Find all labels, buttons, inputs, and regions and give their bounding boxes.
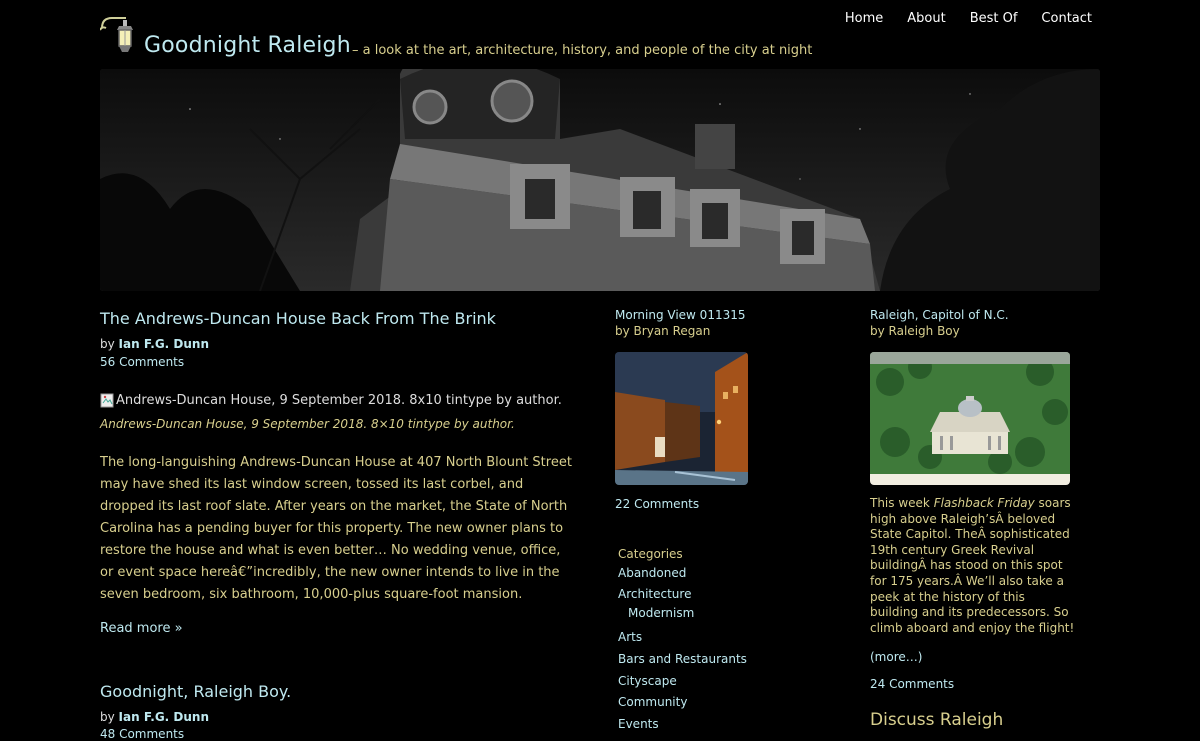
morning-view-thumbnail[interactable] (615, 352, 748, 485)
comments-link[interactable]: 22 Comments (615, 497, 699, 511)
nav-contact[interactable]: Contact (1041, 11, 1092, 26)
excerpt-text: soars high above Raleigh’sÂ beloved Stat… (870, 496, 1075, 635)
post-byline: by Ian F.G. Dunn (100, 337, 209, 351)
broken-image-icon (100, 393, 114, 408)
category-link[interactable]: Events (618, 717, 659, 731)
nav-best-of[interactable]: Best Of (970, 11, 1018, 26)
by-label: by (615, 324, 630, 338)
comments-link[interactable]: 56 Comments (100, 355, 184, 369)
category-link[interactable]: Arts (618, 630, 642, 644)
by-label: by (100, 710, 115, 724)
street-lamp-icon (100, 17, 133, 52)
excerpt-emphasis: Flashback Friday (933, 496, 1035, 510)
category-link[interactable]: Cityscape (618, 674, 677, 688)
post-title[interactable]: The Andrews-Duncan House Back From The B… (100, 309, 496, 328)
post-image-caption: Andrews-Duncan House, 9 September 2018. … (100, 417, 515, 431)
comments-link[interactable]: 24 Comments (870, 677, 954, 691)
more-link[interactable]: (more…) (870, 650, 922, 664)
comments-link[interactable]: 48 Comments (100, 727, 184, 741)
by-label: by (870, 324, 885, 338)
featured-byline: by Bryan Regan (615, 324, 710, 338)
author-link[interactable]: Ian F.G. Dunn (119, 337, 209, 351)
featured-post-title[interactable]: Morning View 011315 (615, 308, 746, 322)
author-link[interactable]: Ian F.G. Dunn (119, 710, 209, 724)
post-excerpt: The long-languishing Andrews-Duncan Hous… (100, 455, 572, 602)
site-title[interactable]: Goodnight Raleigh (144, 33, 351, 58)
author-link[interactable]: Raleigh Boy (889, 324, 960, 338)
category-link[interactable]: Bars and Restaurants (618, 652, 747, 666)
post-image[interactable]: Andrews-Duncan House, 9 September 2018. … (100, 393, 562, 408)
category-link[interactable]: Architecture (618, 587, 691, 601)
category-link[interactable]: Abandoned (618, 566, 686, 580)
read-more-link[interactable]: Read more » (100, 621, 183, 636)
featured-byline: by Raleigh Boy (870, 324, 960, 338)
subcategory-link[interactable]: Modernism (628, 606, 694, 620)
post-image-alt-text: Andrews-Duncan House, 9 September 2018. … (116, 393, 562, 408)
top-nav: Home About Best Of Contact (845, 11, 1092, 26)
categories-heading: Categories (618, 547, 683, 561)
site-tagline: – a look at the art, architecture, histo… (352, 43, 813, 58)
featured-excerpt: This week Flashback Friday soars high ab… (870, 496, 1075, 636)
post-byline: by Ian F.G. Dunn (100, 710, 209, 724)
capitol-postcard-thumbnail[interactable] (870, 352, 1070, 485)
post-title[interactable]: Goodnight, Raleigh Boy. (100, 682, 291, 701)
nav-home[interactable]: Home (845, 11, 883, 26)
nav-about[interactable]: About (907, 11, 945, 26)
category-link[interactable]: Community (618, 695, 687, 709)
featured-post-title[interactable]: Raleigh, Capitol of N.C. (870, 308, 1009, 322)
author-link[interactable]: Bryan Regan (634, 324, 711, 338)
by-label: by (100, 337, 115, 351)
header-banner-image (100, 69, 1100, 291)
excerpt-text: This week (870, 496, 934, 510)
discuss-heading: Discuss Raleigh (870, 710, 1004, 730)
